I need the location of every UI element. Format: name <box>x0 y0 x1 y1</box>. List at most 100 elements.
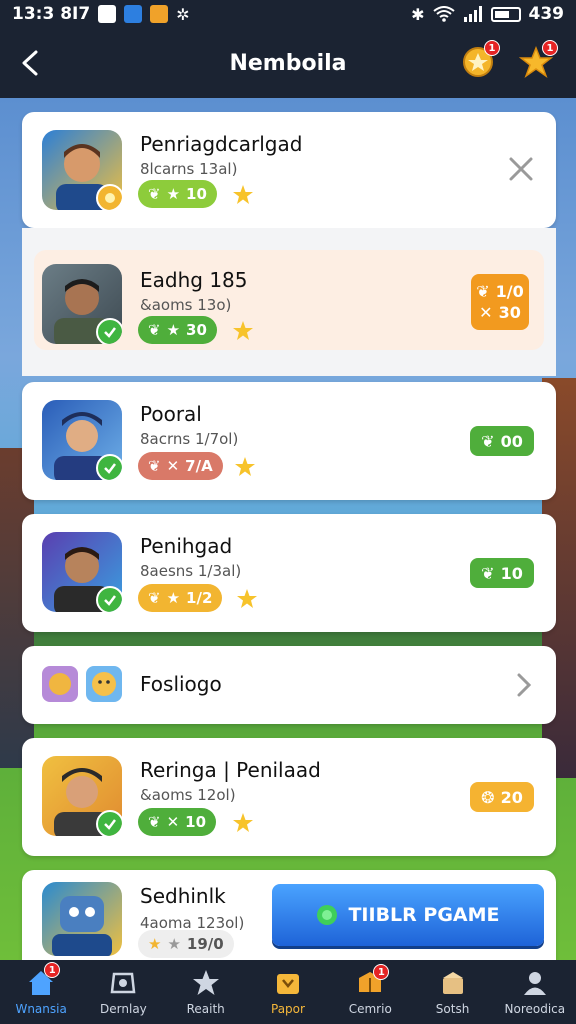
section-label: Fosliogo <box>140 672 222 696</box>
app-icon <box>86 666 122 702</box>
avatar <box>42 264 122 344</box>
bottom-nav: 1 Wnansia Dernlay Reaith Papor 1 Cemrio <box>0 960 576 1024</box>
status-bar: 13:3 8I7 ✲ ✱ 439 <box>0 0 576 28</box>
player-name: Sedhinlk <box>140 884 226 908</box>
camera-icon <box>111 972 136 994</box>
avatar <box>42 130 122 210</box>
checkmark-icon <box>96 454 122 480</box>
player-subtitle: &aoms 13o) <box>140 296 232 314</box>
avatar <box>42 882 122 956</box>
page-title: Nemboila <box>229 50 347 76</box>
score-pill: ★ ★ 19/0 <box>138 930 234 958</box>
score-value: 19/0 <box>186 935 224 953</box>
reward-value: 10 <box>500 563 523 583</box>
nav-item-papor[interactable]: Papor <box>247 960 329 1024</box>
chest-icon <box>442 972 463 994</box>
leaf-icon: ❦ <box>148 457 161 475</box>
score-pill: ❦ ★ 10 <box>138 180 217 208</box>
player-name: Eadhg 185 <box>140 268 248 292</box>
star-icon: ★ <box>167 935 181 953</box>
reward-box[interactable]: ❦ 00 <box>470 426 534 456</box>
status-battery-text: 439 <box>528 4 565 24</box>
reward-badge-button[interactable]: 1 <box>460 40 500 80</box>
player-portrait-icon <box>52 896 112 956</box>
checkmark-icon <box>96 810 122 836</box>
list-item[interactable]: Fosliogo <box>22 646 556 724</box>
play-circle-icon <box>317 905 338 925</box>
player-name: Penriagdcarlgad <box>140 132 303 156</box>
avatar <box>42 756 122 836</box>
score-value: 10 <box>185 813 207 831</box>
leaf-icon: ❦ <box>148 813 161 831</box>
nav-label: Papor <box>271 1002 305 1016</box>
nav-label: Cemrio <box>348 1002 392 1016</box>
reward-value: 00 <box>500 431 523 451</box>
list-item[interactable]: Penihgad 8aesns 1/3al) ❦ ★ 1/2 ❦ 10 <box>22 514 556 632</box>
star-icon <box>192 970 219 995</box>
mail-icon <box>150 5 169 23</box>
list-item[interactable]: Penriagdcarlgad 8lcarns 13al) ❦ ★ 10 <box>22 112 556 228</box>
notification-badge: 1 <box>542 40 558 56</box>
star-icon <box>233 813 253 832</box>
close-icon[interactable] <box>506 154 536 184</box>
back-arrow-icon[interactable] <box>14 46 48 80</box>
score-pill: ❦ ★ 1/2 <box>138 584 223 612</box>
notification-badge: 1 <box>44 962 61 978</box>
multiply-icon: ✕ <box>166 813 180 831</box>
leaf-icon: ❦ <box>481 431 495 451</box>
leaf-icon: ❦ <box>148 589 161 607</box>
box-icon <box>276 974 299 994</box>
nav-item-cemrio[interactable]: 1 Cemrio <box>329 960 411 1024</box>
nav-item-home[interactable]: 1 Wnansia <box>0 960 82 1024</box>
reward-box[interactable]: ❦ 10 <box>470 558 534 588</box>
nav-item-profile[interactable]: Noreodica <box>494 960 576 1024</box>
multiply-icon: ✕ <box>479 303 493 322</box>
star-icon: ★ <box>166 589 181 607</box>
signal-icon <box>463 6 482 22</box>
player-name: Penihgad <box>140 534 233 558</box>
score-value: 10 <box>186 185 207 203</box>
player-subtitle: 8aesns 1/3al) <box>140 562 242 580</box>
list-item[interactable]: Eadhg 185 &aoms 13o) ❦ ★ 30 ❦ 1/0 ✕ 30 <box>34 250 544 350</box>
star-badge-button[interactable]: 1 <box>518 40 558 80</box>
star-icon <box>235 457 255 476</box>
notification-badge: 1 <box>373 964 390 980</box>
nav-label: Dernlay <box>100 1002 147 1016</box>
nav-label: Noreodica <box>504 1002 566 1016</box>
score-pill: ❦ ✕ 10 <box>138 808 217 836</box>
reward-bottom-value: 30 <box>498 303 521 322</box>
nav-label: Wnansia <box>15 1002 67 1016</box>
list-item[interactable]: Pooral 8acrns 1/7ol) ❦ ✕ 7/A ❦ 00 <box>22 382 556 500</box>
score-pill: ❦ ✕ 7/A <box>138 452 223 480</box>
nav-label: Reaith <box>186 1002 225 1016</box>
app-icon <box>42 666 78 702</box>
bluetooth-icon: ✱ <box>411 4 425 24</box>
list-item[interactable]: Reringa | Penilaad &aoms 12ol) ❦ ✕ 10 ❂ … <box>22 738 556 856</box>
player-name: Pooral <box>140 402 202 426</box>
leaf-icon: ❦ <box>481 563 495 583</box>
player-subtitle: 8acrns 1/7ol) <box>140 430 239 448</box>
wifi-icon <box>432 6 455 22</box>
reward-box[interactable]: ❂ 20 <box>470 782 534 812</box>
nav-item-sotsh[interactable]: Sotsh <box>411 960 493 1024</box>
avatar <box>42 532 122 612</box>
star-icon <box>237 589 257 608</box>
reward-value: 20 <box>500 787 523 807</box>
chevron-right-icon[interactable] <box>512 670 536 700</box>
app-notification-icon <box>124 5 143 23</box>
reward-box[interactable]: ❦ 1/0 ✕ 30 <box>471 274 529 330</box>
play-button-label: TIIBLR PGAME <box>348 904 500 926</box>
nav-label: Sotsh <box>435 1002 470 1016</box>
player-subtitle: &aoms 12ol) <box>140 786 236 804</box>
player-subtitle: 8lcarns 13al) <box>140 160 238 178</box>
nav-item-reaith[interactable]: Reaith <box>165 960 247 1024</box>
play-game-button[interactable]: TIIBLR PGAME <box>272 884 544 946</box>
star-icon <box>233 321 253 340</box>
star-icon: ★ <box>166 321 181 339</box>
leaf-icon: ❦ <box>148 321 161 339</box>
nav-item-display[interactable]: Dernlay <box>82 960 164 1024</box>
reward-top-value: 1/0 <box>495 282 524 301</box>
score-value: 7/A <box>185 457 213 475</box>
score-pill: ❦ ★ 30 <box>138 316 217 344</box>
score-value: 1/2 <box>186 589 213 607</box>
